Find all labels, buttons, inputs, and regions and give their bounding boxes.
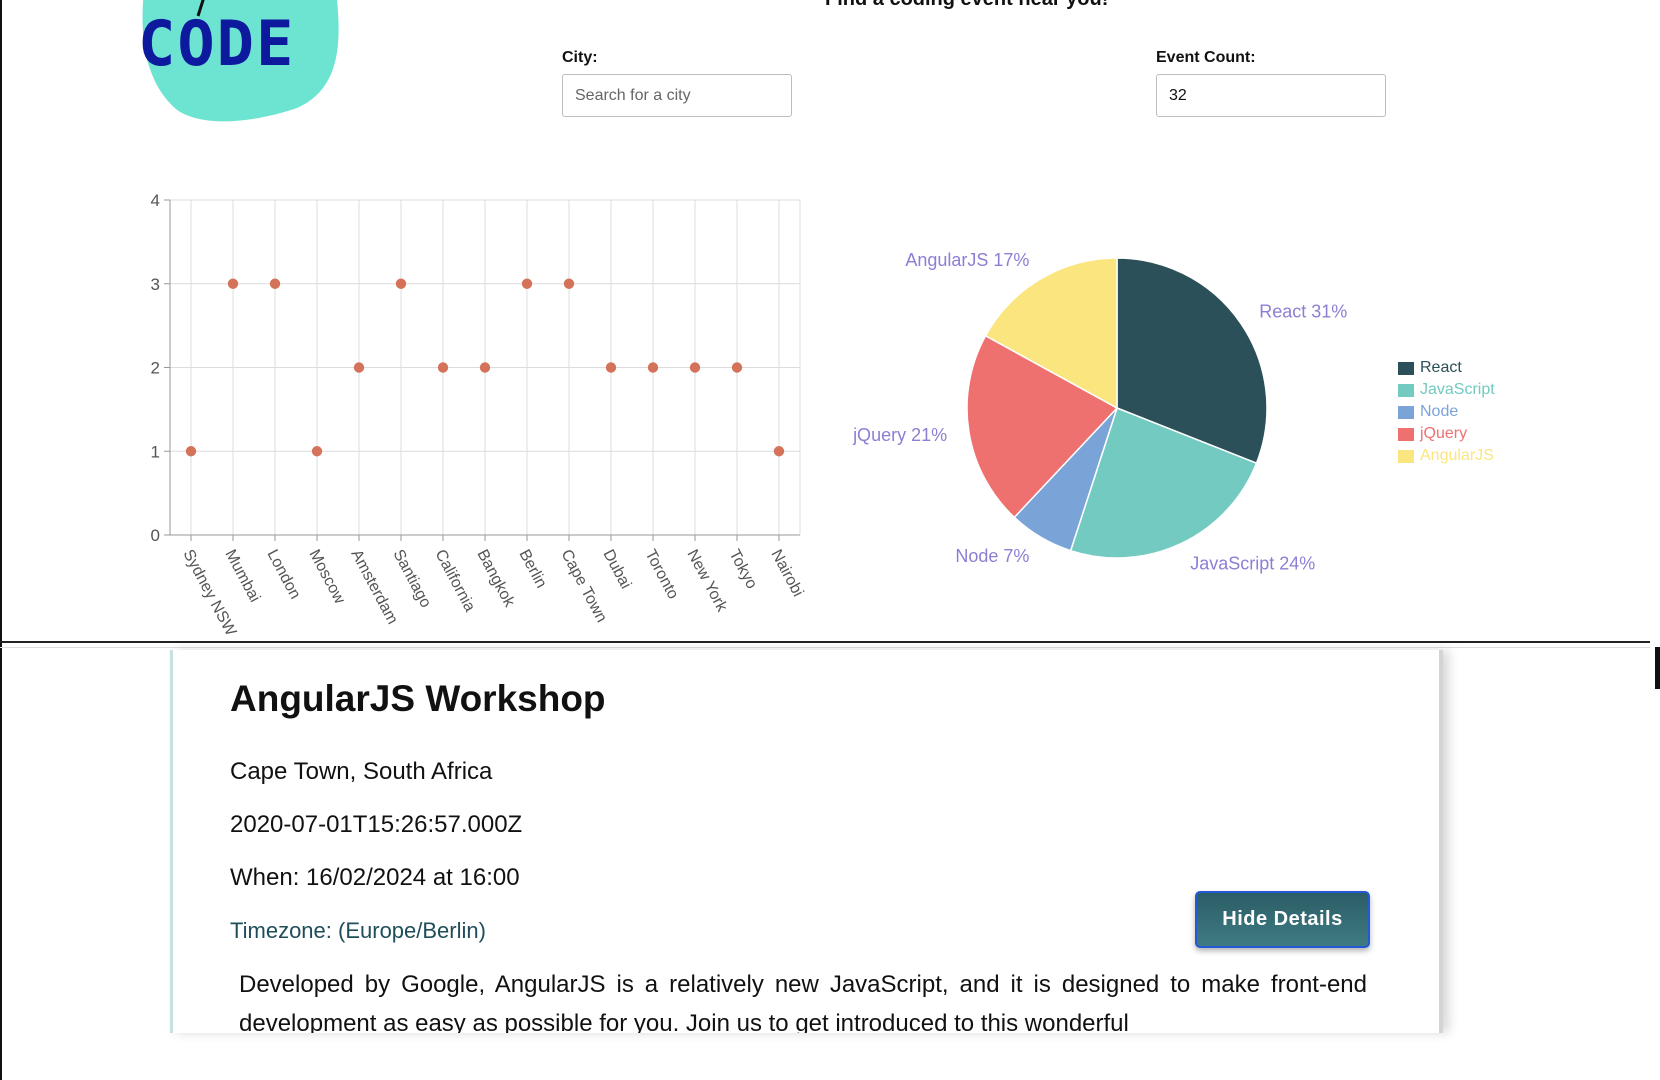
legend-label: Node: [1420, 403, 1459, 420]
pie-legend: React JavaScript Node jQuery AngularJS: [1398, 357, 1495, 467]
event-title: AngularJS Workshop: [230, 678, 606, 719]
legend-item-angularjs: AngularJS: [1398, 445, 1495, 467]
city-label: City:: [562, 49, 598, 66]
x-tick-label: Mumbai: [221, 547, 263, 605]
scatter-point[interactable]: [479, 362, 491, 373]
legend-label: AngularJS: [1420, 447, 1494, 464]
legend-item-javascript: JavaScript: [1398, 379, 1495, 401]
app-logo: CODE: [138, 0, 339, 122]
scatter-point[interactable]: [353, 362, 365, 373]
city-search-input[interactable]: [562, 74, 792, 117]
event-timezone: Timezone: (Europe/Berlin): [230, 918, 486, 943]
page-left-border: [0, 0, 2, 1080]
pie-label: JavaScript 24%: [1190, 554, 1315, 574]
hide-details-button[interactable]: Hide Details: [1195, 891, 1370, 948]
scatter-point[interactable]: [185, 446, 197, 457]
x-tick-label: Tokyo: [725, 547, 760, 592]
pie-label: jQuery 21%: [852, 425, 947, 445]
scatter-point[interactable]: [395, 278, 407, 289]
app-tagline: Find a coding event near you!: [825, 0, 1108, 11]
scrollbar-thumb[interactable]: [1655, 647, 1660, 689]
event-count-label: Event Count:: [1156, 49, 1256, 66]
y-tick-label: 3: [151, 275, 160, 294]
scatter-point[interactable]: [773, 446, 785, 457]
x-tick-label: Bangkok: [473, 547, 518, 611]
event-card: AngularJS Workshop Cape Town, South Afri…: [170, 650, 1443, 1033]
event-when: When: 16/02/2024 at 16:00: [230, 864, 520, 891]
section-divider: [0, 641, 1650, 643]
legend-swatch: [1398, 449, 1414, 463]
x-tick-label: Toronto: [641, 547, 681, 602]
legend-swatch: [1398, 361, 1414, 375]
legend-label: jQuery: [1420, 425, 1468, 442]
y-tick-label: 1: [151, 442, 160, 461]
events-by-city-scatter-chart: 01234Sydney NSWMumbai London Moscow Amsterd…: [151, 191, 807, 640]
x-tick-label: London: [263, 547, 303, 602]
scatter-point[interactable]: [311, 446, 323, 457]
scatter-point[interactable]: [437, 362, 449, 373]
event-description: Developed by Google, AngularJS is a rela…: [239, 971, 1367, 1033]
event-count-input[interactable]: [1156, 74, 1386, 117]
section-divider-shadow: [0, 647, 1650, 648]
scatter-point[interactable]: [605, 362, 617, 373]
scatter-point[interactable]: [647, 362, 659, 373]
x-tick-label: New York: [683, 547, 730, 616]
x-tick-label: California: [431, 547, 478, 615]
x-tick-label: Santiago: [389, 547, 434, 611]
x-tick-label: Berlin: [515, 547, 549, 591]
legend-item-react: React: [1398, 357, 1495, 379]
event-genre-pie-chart: React 31% JavaScript 24% Node 7% jQuery 21%…: [852, 250, 1347, 574]
scatter-point[interactable]: [689, 362, 701, 373]
scatter-point[interactable]: [227, 278, 239, 289]
x-tick-label: Dubai: [599, 547, 634, 592]
legend-swatch: [1398, 427, 1414, 441]
pie-label: Node 7%: [955, 546, 1029, 566]
scatter-point[interactable]: [563, 278, 575, 289]
scatter-point[interactable]: [731, 362, 743, 373]
y-tick-label: 2: [151, 359, 160, 378]
pie-label: React 31%: [1259, 301, 1347, 321]
legend-label: React: [1420, 359, 1462, 376]
x-tick-label: Nairobi: [767, 547, 806, 600]
y-tick-label: 4: [151, 191, 160, 210]
y-tick-label: 0: [151, 526, 160, 545]
legend-item-node: Node: [1398, 401, 1495, 423]
pie-label: AngularJS 17%: [905, 250, 1029, 270]
event-created-datetime: 2020-07-01T15:26:57.000Z: [230, 811, 523, 838]
logo-text: CODE: [138, 7, 295, 80]
legend-label: JavaScript: [1420, 381, 1495, 398]
legend-item-jquery: jQuery: [1398, 423, 1495, 445]
event-location: Cape Town, South Africa: [230, 758, 493, 785]
x-tick-label: Moscow: [305, 547, 348, 607]
scatter-point[interactable]: [269, 278, 281, 289]
legend-swatch: [1398, 405, 1414, 419]
legend-swatch: [1398, 383, 1414, 397]
scatter-point[interactable]: [521, 278, 533, 289]
